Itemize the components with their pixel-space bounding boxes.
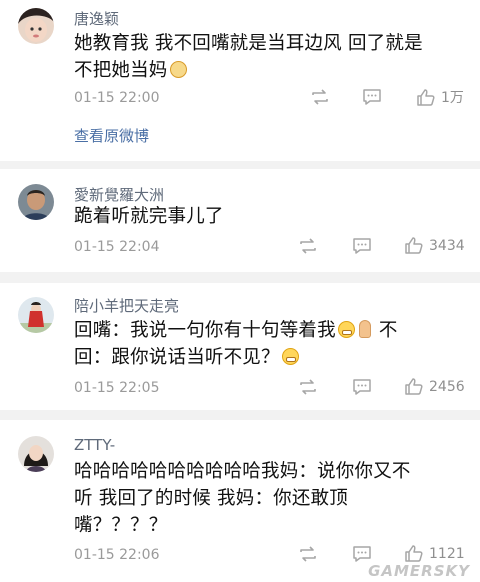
like-icon <box>405 378 423 395</box>
repost-icon <box>300 546 316 562</box>
like-count: 1万 <box>441 90 464 106</box>
comment-text-line: 哈哈哈哈哈哈哈哈哈哈我妈：说你你又不 <box>74 461 411 482</box>
like-count: 1121 <box>429 545 465 562</box>
comment-icon <box>363 89 381 105</box>
username[interactable]: ZTTY- <box>74 436 115 454</box>
avatar[interactable] <box>18 8 54 44</box>
timestamp: 01-15 22:06 <box>74 547 160 563</box>
like-button[interactable]: 1121 <box>404 544 465 563</box>
avatar[interactable] <box>18 297 54 333</box>
repost-icon <box>312 89 328 105</box>
like-icon <box>405 545 423 562</box>
like-button[interactable]: 1万 <box>416 87 464 107</box>
comment-text-line: 回：跟你说话当听不见？ <box>74 344 464 371</box>
like-count: 3434 <box>429 237 465 254</box>
comment-card: 愛新覺羅大洲 跪着听就完事儿了 01-15 22:04 3434 <box>0 169 480 272</box>
username[interactable]: 陪小羊把天走亮 <box>74 295 179 316</box>
like-button[interactable]: 3434 <box>404 236 465 255</box>
comment-button[interactable] <box>352 378 372 396</box>
comment-card: ZTTY- 哈哈哈哈哈哈哈哈哈哈我妈：说你你又不 听 我回了的时候 我妈：你还敢… <box>0 420 480 582</box>
like-count: 2456 <box>429 378 465 395</box>
timestamp: 01-15 22:05 <box>74 380 160 396</box>
repost-button[interactable] <box>298 237 318 255</box>
repost-button[interactable] <box>298 545 318 563</box>
comment-button[interactable] <box>352 237 372 255</box>
username[interactable]: 唐逸颖 <box>74 8 119 29</box>
like-icon <box>417 88 435 106</box>
view-original-weibo-link[interactable]: 查看原微博 <box>74 125 149 146</box>
repost-button[interactable] <box>298 378 318 396</box>
comment-text-line: 回嘴：我说一句你有十句等着我 不 <box>74 317 464 344</box>
comment-text-line: 她教育我 我不回嘴就是当耳边风 回了就是 <box>74 33 423 54</box>
repost-icon <box>300 238 316 254</box>
like-icon <box>405 237 423 254</box>
comment-icon <box>353 379 371 395</box>
comment-text-line: 听 我回了的时候 我妈：你还敢顶 <box>74 488 348 509</box>
thumb-emoji-icon <box>358 320 371 338</box>
comment-text-line: 嘴？？？？ <box>74 515 168 536</box>
comment-text: 哈哈哈哈哈哈哈哈哈哈我妈：说你你又不 听 我回了的时候 我妈：你还敢顶 嘴？？？… <box>74 458 464 539</box>
avatar[interactable] <box>18 184 54 220</box>
comment-text: 回嘴：我说一句你有十句等着我 不 回：跟你说话当听不见？ <box>74 317 464 371</box>
cat-emoji-icon <box>169 61 187 78</box>
comment-icon <box>353 238 371 254</box>
watermark: GAMERSKY <box>368 562 470 580</box>
comment-card: 陪小羊把天走亮 回嘴：我说一句你有十句等着我 不 回：跟你说话当听不见？ 01-… <box>0 283 480 410</box>
timestamp: 01-15 22:04 <box>74 239 160 255</box>
repost-button[interactable] <box>310 88 330 106</box>
comment-text-line: 跪着听就完事儿了 <box>74 206 224 227</box>
timestamp: 01-15 22:00 <box>74 90 160 106</box>
comment-text-segment: 不 <box>378 320 398 341</box>
like-button[interactable]: 2456 <box>404 377 465 396</box>
grin-emoji-icon <box>281 348 299 365</box>
grin-emoji-icon <box>337 321 355 338</box>
comment-card: 唐逸颖 她教育我 我不回嘴就是当耳边风 回了就是 不把她当妈 01-15 22:… <box>0 0 480 161</box>
username[interactable]: 愛新覺羅大洲 <box>74 184 164 205</box>
comment-text-segment: 不把她当妈 <box>74 60 168 81</box>
comment-button[interactable] <box>362 88 382 106</box>
comment-icon <box>353 546 371 562</box>
avatar[interactable] <box>18 436 54 472</box>
comment-text: 跪着听就完事儿了 <box>74 203 464 230</box>
comment-text-line: 不把她当妈 <box>74 57 464 84</box>
comment-text-segment: 回嘴：我说一句你有十句等着我 <box>74 320 336 341</box>
repost-icon <box>300 379 316 395</box>
comment-text: 她教育我 我不回嘴就是当耳边风 回了就是 不把她当妈 <box>74 30 464 84</box>
comment-text-segment: 回：跟你说话当听不见？ <box>74 347 280 368</box>
comment-button[interactable] <box>352 545 372 563</box>
